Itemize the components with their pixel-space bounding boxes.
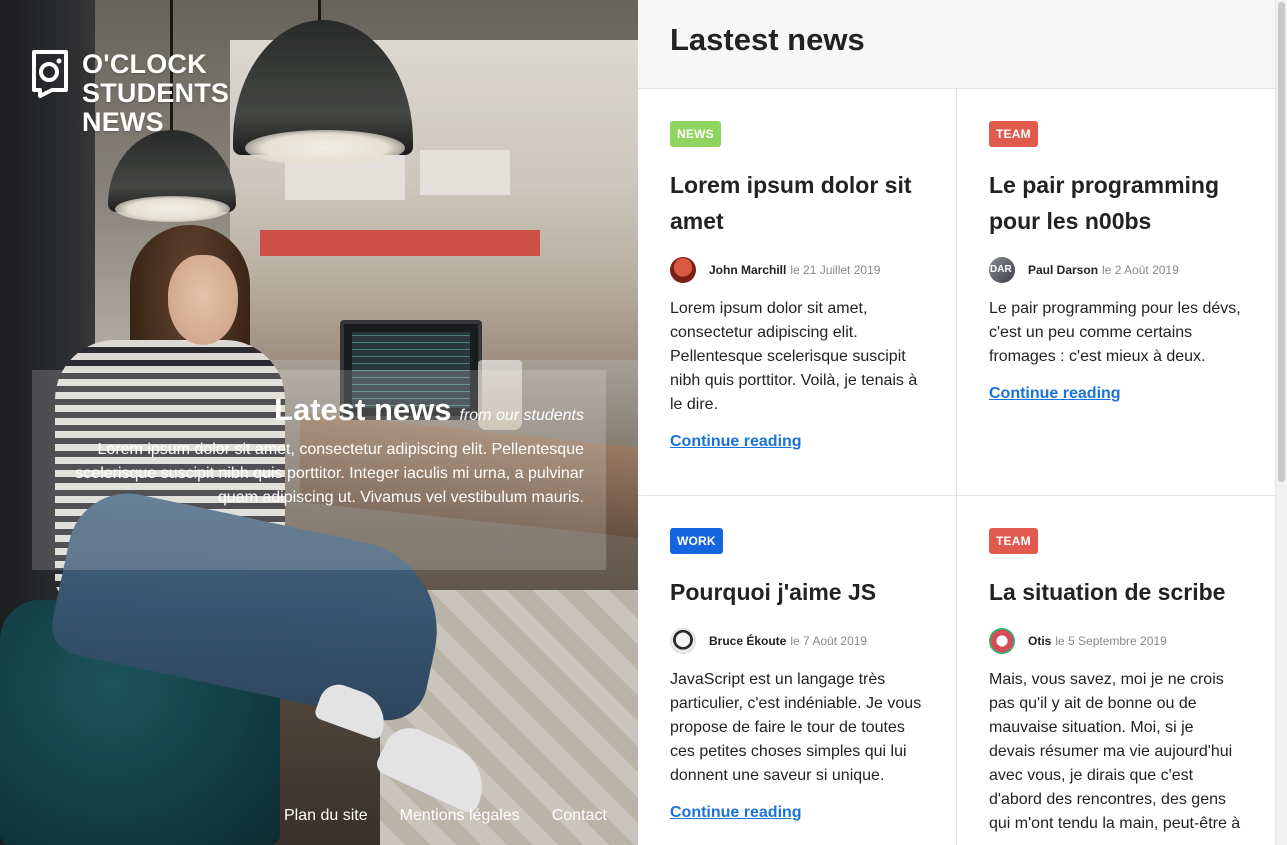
article-title[interactable]: La situation de scribe	[989, 574, 1243, 610]
news-panel: Lastest news NEWS Lorem ipsum dolor sit …	[638, 0, 1287, 845]
article-excerpt: Le pair programming pour les dévs, c'est…	[989, 300, 1241, 365]
footer-link-contact[interactable]: Contact	[552, 807, 607, 825]
article-meta: Bruce Ékoute le 7 Août 2019	[670, 628, 924, 654]
avatar	[670, 257, 696, 283]
avatar	[670, 628, 696, 654]
scrollbar[interactable]	[1275, 0, 1287, 845]
article-date: le 21 Juillet 2019	[790, 263, 881, 277]
brand-logo[interactable]: O'CLOCK STUDENTS NEWS	[32, 50, 229, 137]
article-card: TEAM La situation de scribe Otis le 5 Se…	[957, 496, 1275, 845]
category-tag[interactable]: WORK	[670, 528, 723, 554]
footer-link-legal[interactable]: Mentions légales	[400, 807, 520, 825]
article-excerpt: Lorem ipsum dolor sit amet, consectetur …	[670, 300, 918, 413]
camera-frame-icon	[32, 50, 68, 98]
article-card: TEAM Le pair programming pour les n00bs …	[957, 89, 1275, 496]
avatar: DAR	[989, 257, 1015, 283]
footer-link-sitemap[interactable]: Plan du site	[284, 807, 368, 825]
avatar-initials: DAR	[990, 264, 1012, 275]
article-author[interactable]: Paul Darson	[1028, 263, 1098, 277]
article-title[interactable]: Lorem ipsum dolor sit amet	[670, 167, 924, 239]
article-card: WORK Pourquoi j'aime JS Bruce Ékoute le …	[638, 496, 957, 845]
brand-title-line: STUDENTS	[82, 78, 230, 108]
hero-section: O'CLOCK STUDENTS NEWS Latest news from ou…	[0, 0, 638, 845]
article-meta: DAR Paul Darson le 2 Août 2019	[989, 257, 1243, 283]
article-excerpt: Mais, vous savez, moi je ne crois pas qu…	[989, 671, 1241, 832]
footer-nav: Plan du site Mentions légales Contact	[284, 807, 607, 825]
article-date: le 7 Août 2019	[790, 634, 868, 648]
brand-title: O'CLOCK STUDENTS NEWS	[82, 50, 229, 137]
article-meta: John Marchill le 21 Juillet 2019	[670, 257, 924, 283]
article-meta: Otis le 5 Septembre 2019	[989, 628, 1243, 654]
article-author[interactable]: John Marchill	[709, 263, 786, 277]
brand-title-line: O'CLOCK	[82, 49, 207, 79]
article-excerpt: JavaScript est un langage très particuli…	[670, 671, 922, 784]
article-card: NEWS Lorem ipsum dolor sit amet John Mar…	[638, 89, 957, 496]
article-author[interactable]: Bruce Ékoute	[709, 634, 786, 648]
category-tag[interactable]: TEAM	[989, 121, 1038, 147]
article-date: le 2 Août 2019	[1102, 263, 1179, 277]
brand-title-line: NEWS	[82, 107, 164, 137]
hero-subtitle: from our students	[459, 407, 585, 424]
hero-title: Latest news	[274, 392, 452, 427]
article-date: le 5 Septembre 2019	[1055, 634, 1167, 648]
panel-header: Lastest news	[638, 0, 1287, 89]
continue-reading-link[interactable]: Continue reading	[670, 433, 802, 451]
continue-reading-link[interactable]: Continue reading	[670, 804, 802, 822]
article-author[interactable]: Otis	[1028, 634, 1051, 648]
hero-intro-box: Latest news from our students Lorem ipsum…	[32, 370, 606, 570]
category-tag[interactable]: NEWS	[670, 121, 721, 147]
category-tag[interactable]: TEAM	[989, 528, 1038, 554]
continue-reading-link[interactable]: Continue reading	[989, 385, 1121, 403]
panel-title: Lastest news	[670, 22, 865, 57]
article-title[interactable]: Le pair programming pour les n00bs	[989, 167, 1243, 239]
hero-text: Lorem ipsum dolor sit amet, consectetur …	[75, 441, 584, 506]
avatar	[989, 628, 1015, 654]
article-title[interactable]: Pourquoi j'aime JS	[670, 574, 924, 610]
scrollbar-thumb[interactable]	[1278, 2, 1285, 482]
